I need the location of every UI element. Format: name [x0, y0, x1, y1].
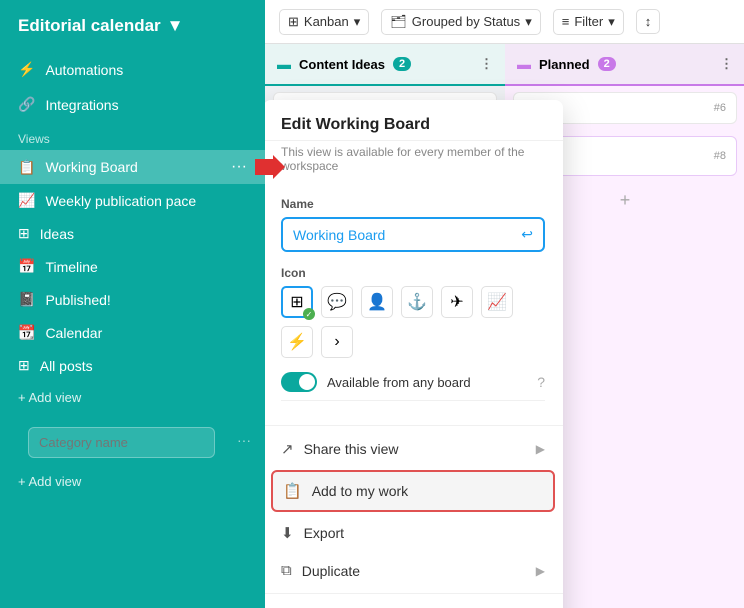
category-row: ··· [0, 413, 265, 466]
divider-1 [265, 425, 563, 426]
app-title-chevron: ▼ [167, 16, 184, 36]
modal-body: Name ↩ Icon ⊞ ✓ 💬 👤 [265, 185, 563, 421]
chat-icon-symbol: 💬 [327, 292, 347, 312]
person-icon-symbol: 👤 [367, 292, 387, 312]
icon-option-bolt[interactable]: ⚡ [281, 326, 313, 358]
bolt-icon-symbol: ⚡ [287, 332, 307, 352]
icon-label: Icon [281, 266, 545, 280]
delete-item[interactable]: 🗑 Delete [265, 598, 563, 608]
export-item[interactable]: ⬇ Export [265, 514, 563, 552]
modal-overlay[interactable]: Edit Working Board This view is availabl… [265, 0, 744, 608]
selected-check: ✓ [303, 308, 315, 320]
name-label: Name [281, 197, 545, 211]
sidebar-item-all-posts[interactable]: ⊞ All posts [0, 349, 265, 382]
more-icon-symbol: › [334, 333, 339, 351]
plane-icon-symbol: ✈ [450, 292, 463, 312]
sidebar-item-calendar[interactable]: 📆 Calendar [0, 316, 265, 349]
icon-picker: ⊞ ✓ 💬 👤 ⚓ ✈ 📈 [281, 286, 545, 358]
add-view-button-bottom[interactable]: + Add view [0, 466, 265, 497]
grid-icon-symbol: ⊞ [290, 292, 303, 312]
category-dots[interactable]: ··· [237, 432, 251, 448]
edit-working-board-modal: Edit Working Board This view is availabl… [265, 100, 563, 608]
category-name-input[interactable] [28, 427, 215, 458]
working-board-dots[interactable]: ··· [231, 158, 247, 176]
main-content: ⊞ Kanban ▾ 🗂 Grouped by Status ▾ ≡ Filte… [265, 0, 744, 608]
grid-icon: ⊞ [18, 225, 30, 242]
sidebar-item-weekly-publication-pace[interactable]: 📈 Weekly publication pace [0, 184, 265, 217]
add-view-button-top[interactable]: + Add view [0, 382, 265, 413]
sidebar-item-working-board[interactable]: 📋 Working Board ··· [0, 150, 265, 184]
toggle-label: Available from any board [327, 375, 527, 390]
share-view-item[interactable]: ↗ Share this view ▶ [265, 430, 563, 468]
add-to-my-work-item[interactable]: 📋 Add to my work [271, 470, 555, 512]
anchor-icon-symbol: ⚓ [407, 292, 427, 312]
name-input-row: ↩ [281, 217, 545, 252]
calendar-icon: 📆 [18, 324, 35, 341]
app-title[interactable]: Editorial calendar ▼ [0, 0, 265, 52]
published-icon: 📓 [18, 291, 35, 308]
icon-option-chat[interactable]: 💬 [321, 286, 353, 318]
export-icon: ⬇ [281, 524, 294, 542]
icon-option-plane[interactable]: ✈ [441, 286, 473, 318]
input-confirm-icon[interactable]: ↩ [511, 219, 543, 250]
share-arrow-icon: ▶ [536, 442, 545, 456]
modal-subtitle: This view is available for every member … [265, 145, 563, 185]
sidebar-item-timeline[interactable]: 📅 Timeline [0, 250, 265, 283]
chart-icon: 📈 [18, 192, 35, 209]
kanban-board-icon: 📋 [18, 159, 35, 176]
timeline-icon: 📅 [18, 258, 35, 275]
help-icon[interactable]: ? [537, 374, 545, 390]
app-title-text: Editorial calendar [18, 16, 161, 36]
divider-2 [265, 593, 563, 594]
icon-option-chart[interactable]: 📈 [481, 286, 513, 318]
icon-option-person[interactable]: 👤 [361, 286, 393, 318]
red-arrow-indicator [255, 153, 287, 181]
duplicate-arrow-icon: ▶ [536, 564, 545, 578]
chart-icon-symbol: 📈 [487, 292, 507, 312]
available-from-board-toggle[interactable] [281, 372, 317, 392]
sidebar-item-integrations[interactable]: 🔗 Integrations [0, 87, 265, 122]
icon-option-more[interactable]: › [321, 326, 353, 358]
toggle-row: Available from any board ? [281, 372, 545, 401]
sidebar: Editorial calendar ▼ ⚡ Automations 🔗 Int… [0, 0, 265, 608]
icon-option-anchor[interactable]: ⚓ [401, 286, 433, 318]
duplicate-icon: ⧉ [281, 562, 292, 579]
modal-title: Edit Working Board [265, 100, 563, 141]
share-icon: ↗ [281, 440, 294, 458]
duplicate-item[interactable]: ⧉ Duplicate ▶ [265, 552, 563, 589]
sidebar-item-ideas[interactable]: ⊞ Ideas [0, 217, 265, 250]
all-posts-icon: ⊞ [18, 357, 30, 374]
icon-option-grid[interactable]: ⊞ ✓ [281, 286, 313, 318]
toggle-knob [299, 374, 315, 390]
sidebar-item-automations[interactable]: ⚡ Automations [0, 52, 265, 87]
integrations-icon: 🔗 [18, 96, 35, 113]
add-work-icon: 📋 [283, 482, 302, 500]
sidebar-item-published[interactable]: 📓 Published! [0, 283, 265, 316]
automations-icon: ⚡ [18, 61, 35, 78]
views-label: Views [0, 122, 265, 150]
name-input[interactable] [283, 220, 511, 250]
